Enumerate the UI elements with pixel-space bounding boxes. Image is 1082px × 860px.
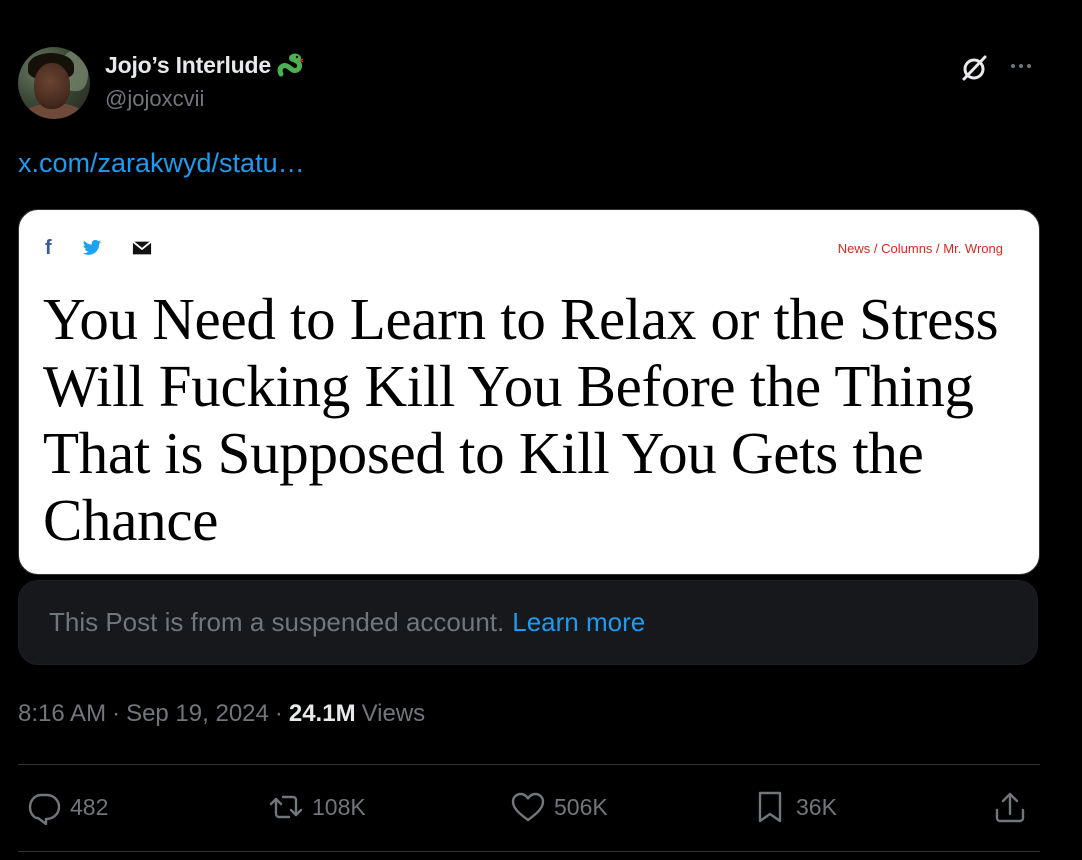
author-name-row[interactable]: Jojo’s Interlude (105, 50, 305, 80)
views-count[interactable]: 24.1M (289, 700, 356, 728)
repost-icon (269, 795, 303, 819)
reply-button[interactable]: 482 (26, 784, 108, 830)
repost-count: 108K (312, 793, 366, 820)
grok-icon[interactable] (958, 52, 990, 84)
facebook-icon: f (45, 237, 52, 259)
post-image[interactable]: f News / Columns / Mr. Wrong You Need to… (18, 209, 1040, 575)
divider (18, 851, 1040, 852)
divider (18, 764, 1040, 765)
post-time[interactable]: 8:16 AM (18, 700, 106, 728)
action-bar: 482 108K 506K 36K (0, 784, 1082, 830)
share-icons-row: f (45, 238, 152, 258)
mail-icon (132, 240, 152, 255)
reply-count: 482 (70, 793, 109, 820)
article-headline: You Need to Learn to Relax or the Stress… (43, 286, 999, 553)
meta-separator: · (112, 700, 121, 727)
article-breadcrumb: News / Columns / Mr. Wrong (837, 241, 1003, 256)
like-button[interactable]: 506K (510, 784, 608, 830)
post-date[interactable]: Sep 19, 2024 (126, 700, 269, 728)
views-label: Views (361, 700, 426, 727)
like-count: 506K (554, 793, 608, 820)
share-icon (995, 792, 1025, 823)
avatar-face (34, 63, 70, 109)
bookmark-button[interactable]: 36K (752, 784, 837, 830)
bookmark-count: 36K (796, 793, 837, 820)
heart-icon (511, 792, 545, 822)
reply-icon (28, 793, 61, 825)
meta-separator: · (274, 700, 283, 727)
author-handle[interactable]: @jojoxcvii (105, 86, 204, 112)
bookmark-icon (758, 791, 782, 823)
repost-button[interactable]: 108K (268, 784, 366, 830)
avatar[interactable] (18, 47, 90, 119)
author-display-name[interactable]: Jojo’s Interlude (105, 52, 271, 79)
quoted-post-link[interactable]: x.com/zarakwyd/statu… (18, 148, 305, 179)
notice-text: This Post is from a suspended account. (49, 607, 505, 637)
learn-more-link[interactable]: Learn more (512, 607, 645, 638)
twitter-icon (82, 239, 101, 255)
share-button[interactable] (992, 784, 1028, 830)
post-metadata: 8:16 AM · Sep 19, 2024 · 24.1M Views (18, 700, 425, 728)
post-detail: Jojo’s Interlude @jojoxcvii x.com/zarakw… (0, 0, 1082, 860)
more-icon[interactable] (1005, 52, 1037, 80)
suspended-account-notice: This Post is from a suspended account. L… (18, 580, 1038, 665)
snake-emoji-icon (275, 50, 305, 80)
